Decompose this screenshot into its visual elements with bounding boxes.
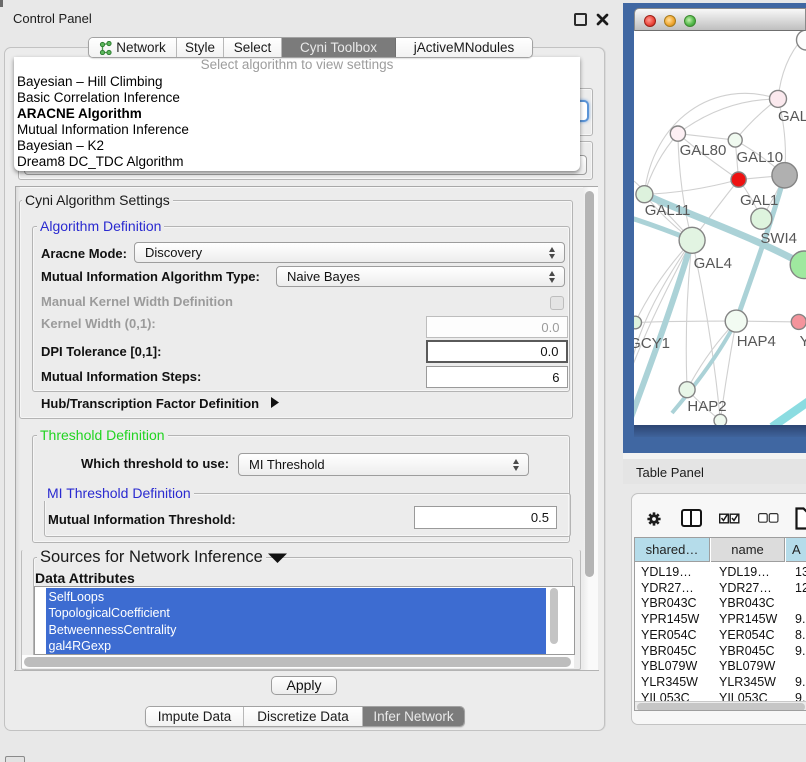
svg-text:HAP4: HAP4	[737, 333, 776, 350]
svg-text:GAL4: GAL4	[694, 255, 732, 272]
svg-text:SWI4: SWI4	[760, 230, 797, 247]
svg-text:GAL10: GAL10	[736, 149, 783, 166]
svg-text:Y: Y	[800, 333, 806, 350]
svg-text:GAL11: GAL11	[645, 202, 691, 219]
svg-text:GAL80: GAL80	[680, 142, 727, 159]
svg-text:GCY1: GCY1	[634, 335, 670, 352]
svg-text:GAL: GAL	[778, 108, 806, 125]
svg-text:GAL1: GAL1	[740, 192, 778, 209]
svg-text:HAP2: HAP2	[687, 398, 726, 415]
